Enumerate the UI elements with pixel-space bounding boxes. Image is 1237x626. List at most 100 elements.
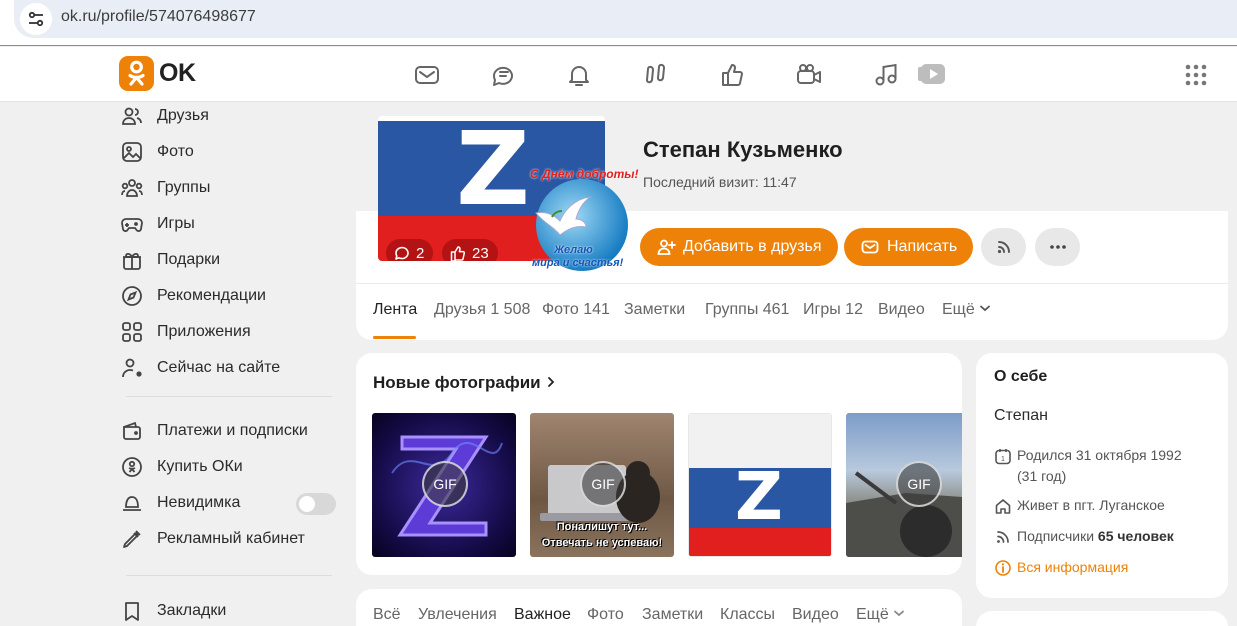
profile-card: Z 2 23 С Днём доброты! Желаю мира и счас… xyxy=(356,102,1228,340)
kindness-day-sticker[interactable]: С Днём доброты! Желаю мира и счастья! xyxy=(528,167,639,272)
compass-icon xyxy=(122,286,142,306)
filter-all[interactable]: Всё xyxy=(373,606,401,624)
profile-tabs-divider xyxy=(356,283,1228,284)
tab-friends[interactable]: Друзья 1 508 xyxy=(434,301,530,319)
sidebar-item-label: Подарки xyxy=(157,251,221,268)
calendar-icon: 1 xyxy=(995,449,1011,465)
avatar-comments-count[interactable]: 2 xyxy=(386,239,434,261)
all-info-link[interactable]: Вся информация xyxy=(994,557,1128,578)
likes-icon[interactable] xyxy=(719,61,747,89)
rss-icon xyxy=(997,531,1009,543)
subscribe-button[interactable] xyxy=(981,228,1026,266)
photo-caption-2: Отвечать не успеваю! xyxy=(541,537,663,549)
profile-name: Степан Кузьменко xyxy=(643,137,843,162)
mail-icon xyxy=(861,240,879,254)
next-card xyxy=(976,611,1228,626)
filter-important[interactable]: Важное xyxy=(514,606,571,624)
apps-grid-icon[interactable] xyxy=(1184,63,1208,87)
sidebar-item-gifts[interactable]: Подарки xyxy=(120,246,340,274)
sidebar-item-bookmarks[interactable]: Закладки xyxy=(120,597,340,625)
z-letter: Z xyxy=(735,458,783,535)
write-message-button[interactable]: Написать xyxy=(844,228,974,266)
coin-icon xyxy=(122,457,142,477)
sidebar-item-invisible[interactable]: Невидимка xyxy=(120,489,340,517)
avatar-likes-count[interactable]: 23 xyxy=(442,239,498,261)
sidebar-item-apps[interactable]: Приложения xyxy=(120,318,340,346)
filter-hobbies[interactable]: Увлечения xyxy=(418,606,497,624)
about-card: О себе Степан 1 Родился 31 октября 1992 … xyxy=(976,353,1228,598)
sidebar-item-games[interactable]: Игры xyxy=(120,210,340,238)
photo-thumb[interactable]: GIF xyxy=(846,413,962,557)
gif-badge: GIF xyxy=(896,461,942,507)
comment-icon xyxy=(395,246,409,260)
svg-text:1: 1 xyxy=(1001,456,1005,463)
photo-icon xyxy=(122,142,142,162)
tab-groups[interactable]: Группы 461 xyxy=(705,301,789,319)
groups-icon xyxy=(121,179,143,197)
ok-logo-icon[interactable] xyxy=(119,56,154,91)
tab-games[interactable]: Игры 12 xyxy=(803,301,863,319)
video-icon[interactable] xyxy=(916,60,945,88)
music-icon[interactable] xyxy=(872,61,900,89)
gif-badge: GIF xyxy=(580,461,626,507)
avatar-letter: Z xyxy=(456,116,530,229)
photo-thumb[interactable]: GIF xyxy=(372,413,516,557)
sidebar-item-friends[interactable]: Друзья xyxy=(120,102,340,130)
new-photos-title[interactable]: Новые фотографии xyxy=(373,373,557,393)
sidebar-item-payments[interactable]: Платежи и подписки xyxy=(120,417,340,445)
site-header: OK xyxy=(0,47,1237,102)
sidebar-item-ad-cabinet[interactable]: Рекламный кабинет xyxy=(120,525,340,553)
sidebar-item-buy-oks[interactable]: Купить ОКи xyxy=(120,453,340,481)
chevron-down-icon xyxy=(894,610,905,617)
sidebar-item-label: Игры xyxy=(157,215,195,232)
chevron-right-icon xyxy=(548,377,555,387)
filter-classes[interactable]: Классы xyxy=(720,606,775,624)
mail-icon[interactable] xyxy=(413,61,441,89)
url-text[interactable]: ok.ru/profile/574076498677 xyxy=(61,8,256,26)
invisible-toggle[interactable] xyxy=(296,493,336,515)
more-dots-icon xyxy=(1049,245,1066,249)
tab-more[interactable]: Ещё xyxy=(942,301,991,319)
sticker-text-3: мира и счастья! xyxy=(532,257,624,269)
new-photos-card: Новые фотографии GIF GIF Поналишут тут..… xyxy=(356,353,962,575)
guests-icon[interactable] xyxy=(642,61,670,89)
video-calls-icon[interactable] xyxy=(795,61,823,89)
discussions-icon[interactable] xyxy=(489,61,517,89)
sidebar-item-label: Группы xyxy=(157,179,211,196)
sidebar-item-recommendations[interactable]: Рекомендации xyxy=(120,282,340,310)
about-location: Живет в пгт. Луганское xyxy=(994,495,1165,516)
sidebar-item-groups[interactable]: Группы xyxy=(120,174,340,202)
sidebar-item-label: Сейчас на сайте xyxy=(157,359,281,376)
tab-video[interactable]: Видео xyxy=(878,301,925,319)
sidebar-item-photo[interactable]: Фото xyxy=(120,138,340,166)
tab-feed[interactable]: Лента xyxy=(373,301,417,319)
add-friend-button[interactable]: Добавить в друзья xyxy=(640,228,838,266)
logo-text[interactable]: OK xyxy=(159,59,196,88)
home-icon xyxy=(995,499,1011,514)
sidebar-item-label: Рекламный кабинет xyxy=(157,530,305,547)
sidebar-item-label: Невидимка xyxy=(157,494,241,511)
filter-more[interactable]: Ещё xyxy=(856,606,905,624)
filter-video[interactable]: Видео xyxy=(792,606,839,624)
filter-photo[interactable]: Фото xyxy=(587,606,624,624)
more-actions-button[interactable] xyxy=(1035,228,1080,266)
gift-icon xyxy=(123,252,141,270)
about-birthday: 1 Родился 31 октября 1992 (31 год) xyxy=(994,445,1182,487)
sidebar-item-online-now[interactable]: Сейчас на сайте xyxy=(120,354,340,382)
notifications-icon[interactable] xyxy=(565,61,593,89)
photo-thumb[interactable]: GIF Поналишут тут... Отвечать не успеваю… xyxy=(530,413,674,557)
sidebar-item-label: Приложения xyxy=(157,323,251,340)
sidebar-divider xyxy=(126,396,332,397)
sidebar-item-label: Друзья xyxy=(157,107,209,124)
invisible-hat-icon xyxy=(123,496,141,511)
site-settings-icon[interactable] xyxy=(20,3,52,35)
tab-notes[interactable]: Заметки xyxy=(624,301,685,319)
sidebar-item-label: Фото xyxy=(157,143,194,160)
tab-photos[interactable]: Фото 141 xyxy=(542,301,610,319)
about-title: О себе xyxy=(994,368,1048,385)
photo-thumb[interactable]: Z xyxy=(688,413,832,557)
apps-icon xyxy=(122,322,142,342)
filter-notes[interactable]: Заметки xyxy=(642,606,703,624)
add-user-icon xyxy=(657,239,676,255)
about-subscribers[interactable]: Подписчики 65 человек xyxy=(994,526,1174,547)
